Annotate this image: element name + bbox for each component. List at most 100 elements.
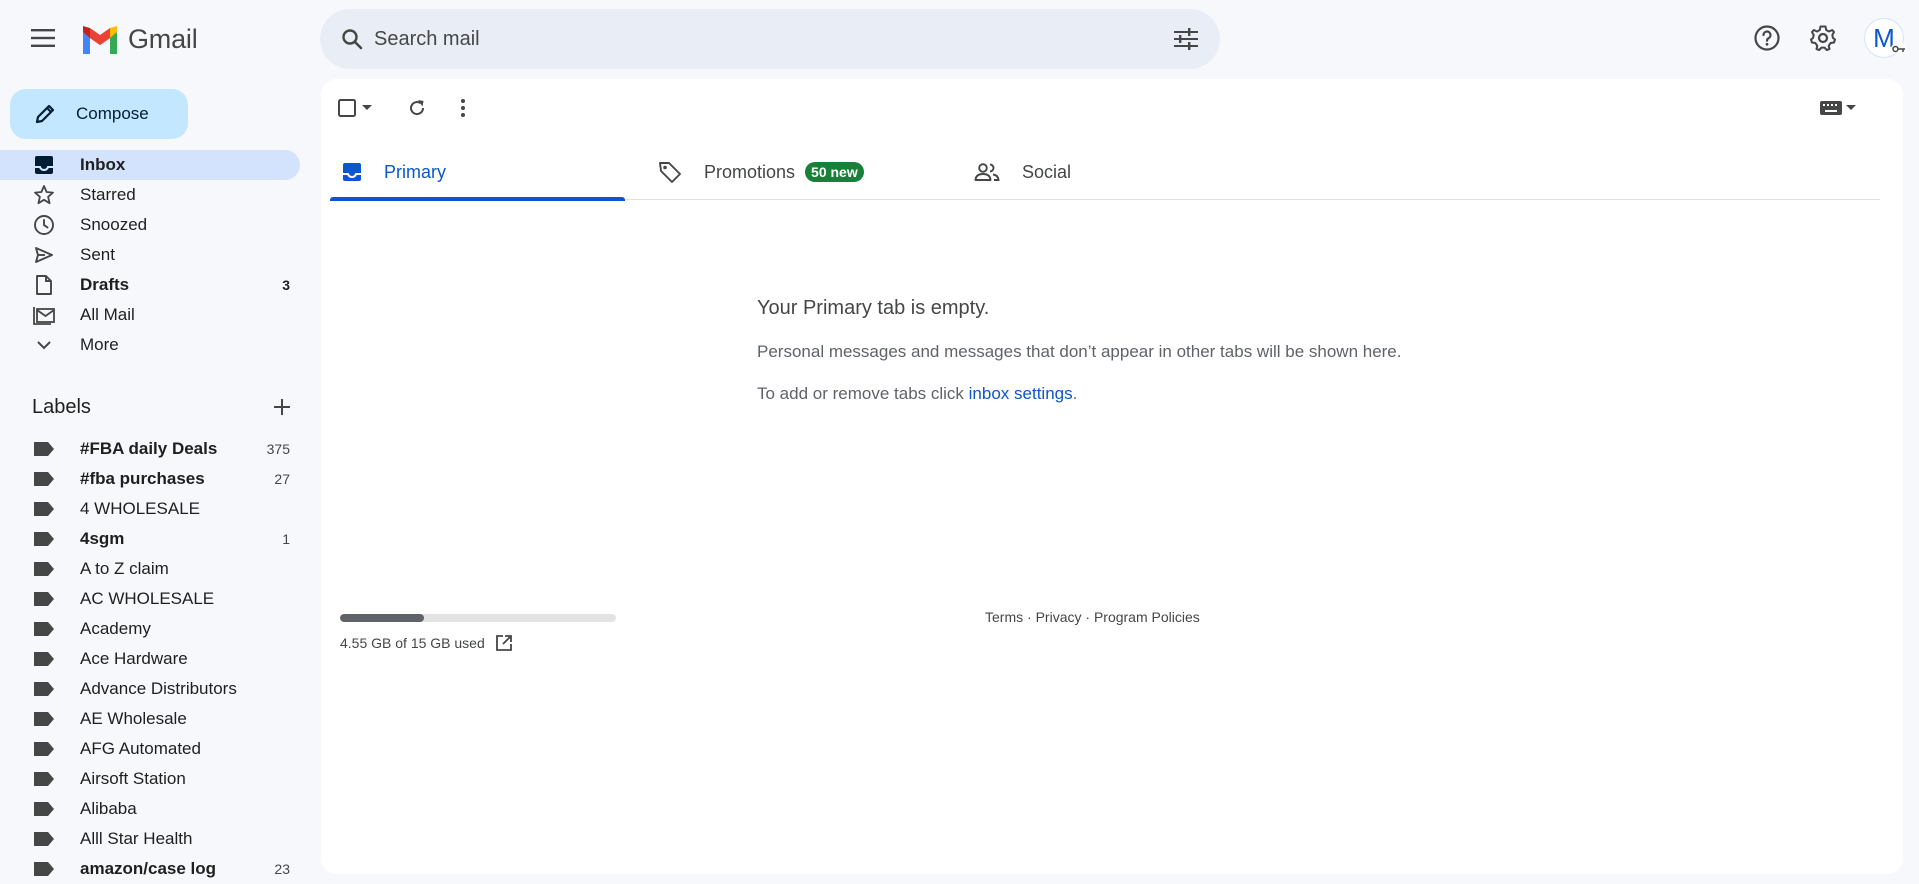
draft-icon [32,273,56,297]
label-icon [32,467,56,491]
account-avatar[interactable]: M [1864,18,1907,58]
sidebar-item-inbox[interactable]: Inbox [0,150,300,180]
label-icon [32,797,56,821]
label-icon [32,767,56,791]
label-item[interactable]: Alibaba [0,794,300,824]
inbox-icon [343,163,361,181]
empty-title: Your Primary tab is empty. [757,297,990,319]
label-icon [32,647,56,671]
sidebar-item-sent[interactable]: Sent [0,240,300,270]
settings-button[interactable] [1803,18,1843,58]
more-options-button[interactable] [445,90,481,126]
empty-state: Your Primary tab is empty. Personal mess… [757,297,1402,426]
label-icon [32,707,56,731]
caret-down-icon [362,105,372,110]
main-menu-button[interactable] [20,14,68,62]
send-icon [32,243,56,267]
label-item[interactable]: AFG Automated [0,734,300,764]
plus-icon [274,399,290,415]
caret-down-icon [1846,105,1856,110]
label-item[interactable]: #fba purchases 27 [0,464,300,494]
category-tabs: Primary Promotions 50 new Social [330,144,1880,201]
label-item[interactable]: Ace Hardware [0,644,300,674]
program-policies-link[interactable]: Program Policies [1094,609,1200,625]
tab-label: Promotions [704,161,796,182]
chevron-down-icon [32,333,56,357]
tab-label: Primary [384,161,446,182]
label-icon [32,437,56,461]
label-icon [32,677,56,701]
sidebar-item-all-mail[interactable]: All Mail [0,300,300,330]
inbox-settings-link[interactable]: inbox settings [969,384,1073,403]
label-icon [32,497,56,521]
sidebar-item-snoozed[interactable]: Snoozed [0,210,300,240]
label-icon [32,857,56,881]
checkbox-icon [338,99,356,117]
tag-icon [659,162,681,183]
sidebar-item-drafts[interactable]: Drafts 3 [0,270,300,300]
top-bar: Gmail M [0,0,1919,78]
empty-description: Personal messages and messages that don’… [757,342,1402,361]
compose-label: Compose [76,104,149,123]
keyboard-icon [1820,101,1842,115]
mail-toolbar [337,87,481,129]
tune-icon [1174,28,1198,50]
manage-storage-link[interactable] [495,634,513,652]
key-icon [1891,43,1907,55]
footer-links: Terms · Privacy · Program Policies [985,609,1200,625]
label-item[interactable]: A to Z claim [0,554,300,584]
labels-title: Labels [32,395,91,418]
tab-promotions[interactable]: Promotions 50 new [646,144,941,200]
storage-bar-fill [340,614,424,622]
hamburger-icon [31,29,55,47]
all-mail-icon [32,303,56,327]
storage-bar [340,614,616,622]
label-item[interactable]: AC WHOLESALE [0,584,300,614]
more-vert-icon [461,99,465,117]
inbox-icon [32,153,56,177]
refresh-button[interactable] [399,90,435,126]
search-icon [342,29,363,50]
search-button[interactable] [334,21,370,57]
sidebar-item-more[interactable]: More [0,330,300,360]
tab-social[interactable]: Social [962,144,1257,200]
label-icon [32,617,56,641]
gmail-logo[interactable]: Gmail [80,20,198,58]
label-icon [32,737,56,761]
pencil-icon [35,104,55,124]
search-options-button[interactable] [1168,21,1204,57]
storage-usage: 4.55 GB of 15 GB used [340,614,616,652]
label-item[interactable]: Airsoft Station [0,764,300,794]
compose-button[interactable]: Compose [10,89,188,139]
terms-link[interactable]: Terms [985,609,1023,625]
sidebar-item-starred[interactable]: Starred [0,180,300,210]
create-label-button[interactable] [272,397,292,417]
label-item[interactable]: Advance Distributors [0,674,300,704]
privacy-link[interactable]: Privacy [1036,609,1082,625]
labels-list: #FBA daily Deals 375 #fba purchases 27 4… [0,434,300,884]
label-item[interactable]: Academy [0,614,300,644]
tab-primary[interactable]: Primary [330,144,625,201]
tab-label: Social [1022,161,1072,182]
support-button[interactable] [1747,18,1787,58]
people-icon [974,163,1000,181]
label-icon [32,587,56,611]
label-item[interactable]: #FBA daily Deals 375 [0,434,300,464]
storage-text: 4.55 GB of 15 GB used [340,635,485,651]
sidebar-nav: Inbox Starred Snoozed Sent Drafts 3 All … [0,150,300,360]
label-item[interactable]: AE Wholesale [0,704,300,734]
new-count-badge: 50 new [805,162,864,182]
label-item[interactable]: 4 WHOLESALE [0,494,300,524]
clock-icon [32,213,56,237]
help-icon [1754,25,1780,51]
label-item[interactable]: Alll Star Health [0,824,300,854]
select-button[interactable] [337,98,389,118]
search-bar[interactable] [320,9,1220,69]
input-tools-button[interactable] [1813,93,1863,123]
labels-header: Labels [32,392,292,422]
search-input[interactable] [374,9,1134,69]
empty-settings-hint: To add or remove tabs click inbox settin… [757,384,1078,403]
app-name: Gmail [128,23,198,54]
label-item[interactable]: 4sgm 1 [0,524,300,554]
label-icon [32,827,56,851]
